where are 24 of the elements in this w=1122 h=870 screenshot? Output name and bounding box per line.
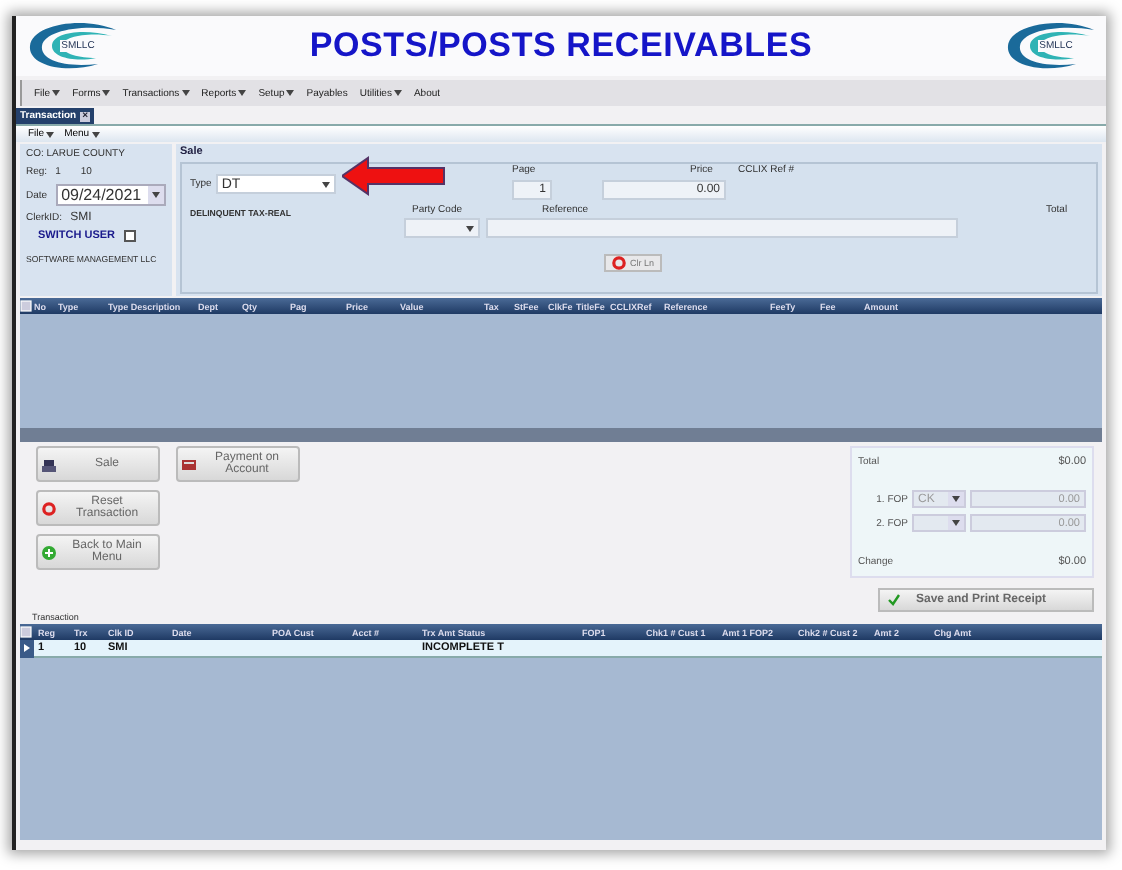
caret-icon (466, 225, 474, 231)
plus-icon (42, 545, 56, 559)
page-title: POSTS/POSTS RECEIVABLES (309, 26, 813, 66)
grid-corner-icon (20, 299, 32, 311)
party-code-dropdown[interactable] (404, 218, 480, 238)
account-icon (182, 457, 196, 471)
switch-user-checkbox[interactable] (123, 230, 135, 242)
register-icon (42, 457, 56, 471)
caret-icon (152, 192, 160, 198)
splitter-bar[interactable] (20, 428, 1102, 442)
logo-drawing (24, 20, 120, 72)
grid-corner-icon (20, 625, 32, 637)
row-pointer-icon (24, 644, 30, 652)
caret-icon (952, 496, 960, 503)
caret-icon (952, 520, 960, 527)
logo-drawing (1002, 20, 1098, 72)
date-field[interactable]: 09/24/2021 (55, 184, 166, 206)
check-icon (888, 593, 900, 606)
caret-icon (321, 181, 330, 187)
arrow-icon (342, 156, 446, 196)
reference-field[interactable] (486, 218, 958, 238)
reset-icon (42, 501, 56, 515)
fop-dropdown[interactable] (912, 514, 966, 533)
reset-icon (612, 256, 626, 270)
